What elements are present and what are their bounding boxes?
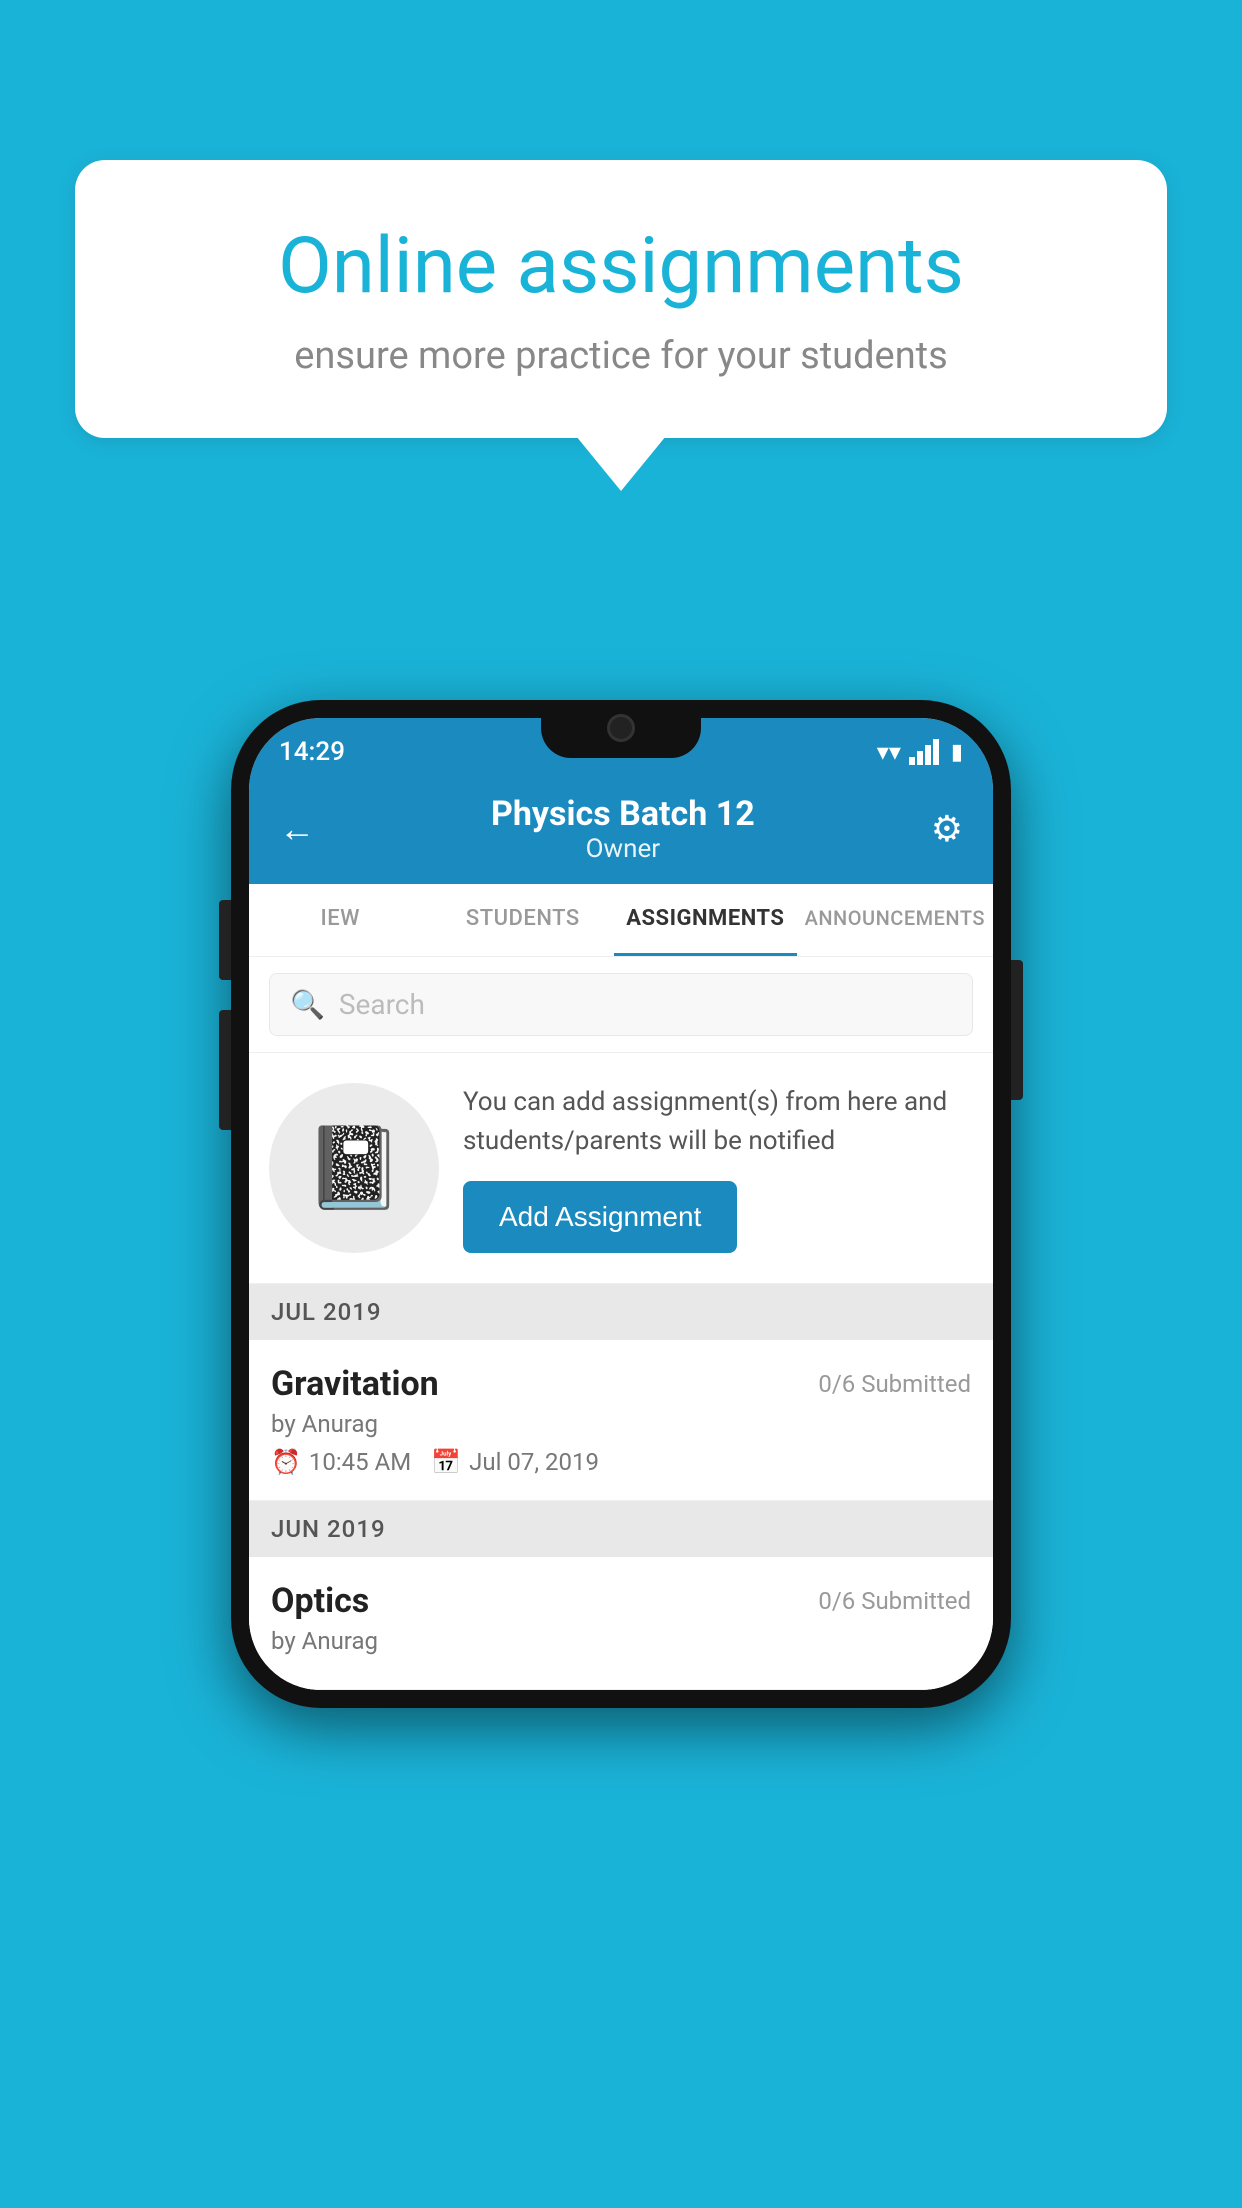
phone-button-power: [1011, 960, 1023, 1100]
status-time: 14:29: [279, 737, 345, 767]
content-area: 🔍 Search 📓 You can add assignment(s) fro…: [249, 957, 993, 1690]
promo-text-block: You can add assignment(s) from here and …: [463, 1083, 973, 1253]
section-header-jun: JUN 2019: [249, 1501, 993, 1557]
search-bar[interactable]: 🔍 Search: [269, 973, 973, 1036]
search-icon: 🔍: [290, 988, 325, 1021]
signal-icon: [909, 739, 939, 765]
phone-outer: 14:29 ▾▾ ▮ ←: [231, 700, 1011, 1708]
assignment-time: ⏰ 10:45 AM: [271, 1448, 411, 1476]
assignment-date-value: Jul 07, 2019: [469, 1448, 599, 1476]
assignment-submitted-optics: 0/6 Submitted: [818, 1587, 971, 1615]
app-header: ← Physics Batch 12 Owner ⚙: [249, 778, 993, 884]
phone-screen: 14:29 ▾▾ ▮ ←: [249, 718, 993, 1690]
section-header-jul: JUL 2019: [249, 1284, 993, 1340]
speech-bubble-container: Online assignments ensure more practice …: [75, 160, 1167, 491]
battery-icon: ▮: [951, 740, 963, 765]
assignment-time-value: 10:45 AM: [309, 1448, 411, 1476]
owner-label: Owner: [491, 834, 755, 864]
assignment-item-optics[interactable]: Optics 0/6 Submitted by Anurag: [249, 1557, 993, 1690]
back-arrow-icon[interactable]: ←: [279, 808, 315, 850]
assignment-date: 📅 Jul 07, 2019: [431, 1448, 599, 1476]
tab-iew[interactable]: IEW: [249, 884, 432, 956]
wifi-icon: ▾▾: [877, 738, 901, 766]
header-title-block: Physics Batch 12 Owner: [491, 794, 755, 864]
promo-icon-circle: 📓: [269, 1083, 439, 1253]
assignment-submitted-gravitation: 0/6 Submitted: [818, 1370, 971, 1398]
assignment-author-gravitation: by Anurag: [271, 1410, 971, 1438]
status-icons: ▾▾ ▮: [877, 738, 963, 766]
assignment-item-gravitation[interactable]: Gravitation 0/6 Submitted by Anurag ⏰ 10…: [249, 1340, 993, 1501]
speech-bubble-subtitle: ensure more practice for your students: [145, 334, 1097, 378]
settings-icon[interactable]: ⚙: [931, 808, 963, 850]
batch-title: Physics Batch 12: [491, 794, 755, 834]
tab-students[interactable]: STUDENTS: [432, 884, 615, 956]
promo-block: 📓 You can add assignment(s) from here an…: [249, 1053, 993, 1284]
assignment-author-optics: by Anurag: [271, 1627, 971, 1655]
phone-button-volume-up: [219, 900, 231, 980]
tab-announcements[interactable]: ANNOUNCEMENTS: [797, 884, 993, 956]
tabs-bar: IEW STUDENTS ASSIGNMENTS ANNOUNCEMENTS: [249, 884, 993, 957]
assignment-row-top: Gravitation 0/6 Submitted: [271, 1364, 971, 1404]
optics-row-top: Optics 0/6 Submitted: [271, 1581, 971, 1621]
speech-bubble-title: Online assignments: [145, 220, 1097, 314]
assignment-name-optics: Optics: [271, 1581, 369, 1621]
promo-description: You can add assignment(s) from here and …: [463, 1083, 973, 1161]
assignment-name-gravitation: Gravitation: [271, 1364, 439, 1404]
tab-assignments[interactable]: ASSIGNMENTS: [614, 884, 797, 956]
search-placeholder: Search: [339, 988, 425, 1021]
clock-icon: ⏰: [271, 1448, 301, 1476]
front-camera: [607, 714, 635, 742]
speech-bubble-card: Online assignments ensure more practice …: [75, 160, 1167, 438]
phone-button-volume-down: [219, 1010, 231, 1130]
assignment-meta-gravitation: ⏰ 10:45 AM 📅 Jul 07, 2019: [271, 1448, 971, 1476]
speech-bubble-arrow: [576, 436, 666, 491]
add-assignment-button[interactable]: Add Assignment: [463, 1181, 737, 1253]
notebook-icon: 📓: [304, 1121, 404, 1215]
phone-container: 14:29 ▾▾ ▮ ←: [231, 700, 1011, 1708]
calendar-icon: 📅: [431, 1448, 461, 1476]
search-bar-wrapper: 🔍 Search: [249, 957, 993, 1053]
